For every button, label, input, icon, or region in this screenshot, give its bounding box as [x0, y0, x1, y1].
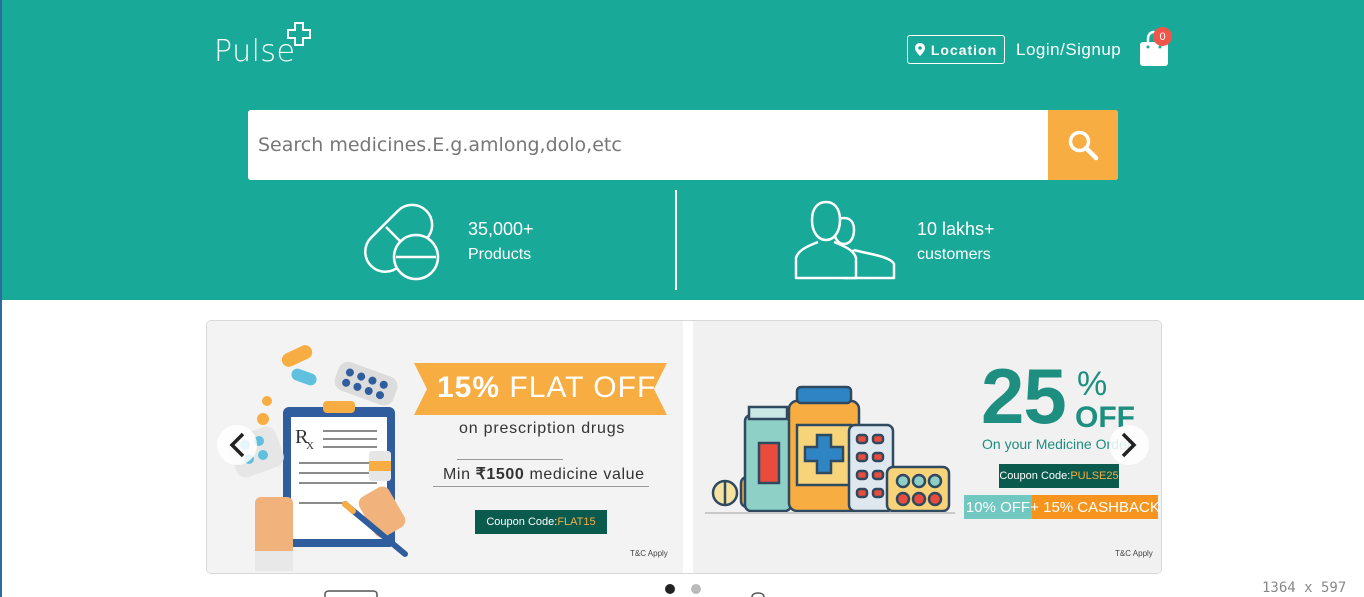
cashback-tag: + 15% CASHBACK: [1030, 495, 1160, 519]
map-pin-icon: [914, 43, 925, 56]
offer-slide-flat15[interactable]: R X 15% FLAT OFF on prescription drugs M…: [207, 321, 683, 573]
pill-icon: [364, 203, 440, 281]
carousel-prev-button[interactable]: [217, 425, 257, 465]
cart-count-badge: 0: [1153, 27, 1172, 46]
stats-divider: [675, 190, 677, 290]
discount-percent-sign: %: [1077, 365, 1108, 403]
customers-label: customers: [917, 246, 991, 263]
carousel-dot-2[interactable]: [691, 584, 701, 594]
brand-name: Pulse: [214, 34, 296, 69]
screen-size-label: 1364 x 597: [1262, 580, 1347, 596]
login-signup-link[interactable]: Login/Signup: [1016, 40, 1121, 60]
offer-slide-pulse25[interactable]: 25 % OFF On your Medicine Order Coupon C…: [693, 321, 1161, 573]
terms-apply: T&C Apply: [630, 549, 668, 558]
offers-carousel: R X 15% FLAT OFF on prescription drugs M…: [206, 320, 1162, 574]
location-label: Location: [930, 41, 998, 58]
svg-text:X: X: [306, 440, 314, 452]
discount-big-number: 25: [981, 352, 1067, 440]
offer-headline: 15% FLAT OFF: [437, 371, 656, 405]
terms-apply: T&C Apply: [1115, 549, 1153, 558]
offer-headline-rest: FLAT OFF: [500, 371, 657, 404]
coupon-code: PULSE25: [1070, 470, 1119, 482]
coupon-label: Coupon Code:: [486, 516, 558, 528]
offer-subtitle: on prescription drugs: [459, 420, 626, 437]
divider-line: [457, 459, 563, 460]
offer-headline-percent: 15%: [437, 371, 501, 404]
medicine-bottles-illustration: [705, 385, 955, 514]
slide-gap: [683, 321, 693, 573]
search-bar: [248, 110, 1118, 180]
category-icon-peek: [751, 592, 765, 597]
divider-line: [433, 486, 649, 487]
search-input[interactable]: [248, 110, 1048, 180]
coupon-code-pulse25: Coupon Code: PULSE25: [999, 464, 1119, 488]
plus-cross-icon: [287, 22, 311, 46]
products-count: 35,000+: [468, 219, 534, 239]
search-icon: [1068, 130, 1099, 161]
carousel-next-button[interactable]: [1109, 425, 1149, 465]
discount-tag: 10% OFF: [964, 495, 1032, 519]
prescription-illustration: R X: [228, 345, 408, 571]
coupon-code-flat15: Coupon Code: FLAT15: [475, 510, 607, 534]
location-button[interactable]: Location: [907, 35, 1005, 64]
min-value-text: Min ₹1500 medicine value: [443, 464, 645, 484]
min-amount: ₹1500: [475, 466, 525, 483]
chevron-right-icon: [1121, 432, 1137, 458]
min-prefix: Min: [443, 466, 476, 483]
search-button[interactable]: [1048, 110, 1118, 180]
coupon-code: FLAT15: [557, 516, 596, 528]
products-label: Products: [468, 246, 532, 263]
customers-count: 10 lakhs+: [917, 219, 995, 239]
users-icon: [794, 200, 896, 280]
category-card-peek: [324, 590, 378, 597]
min-suffix: medicine value: [524, 466, 645, 483]
chevron-left-icon: [229, 432, 245, 458]
carousel-dot-1[interactable]: [665, 584, 675, 594]
coupon-label: Coupon Code:: [999, 470, 1071, 482]
